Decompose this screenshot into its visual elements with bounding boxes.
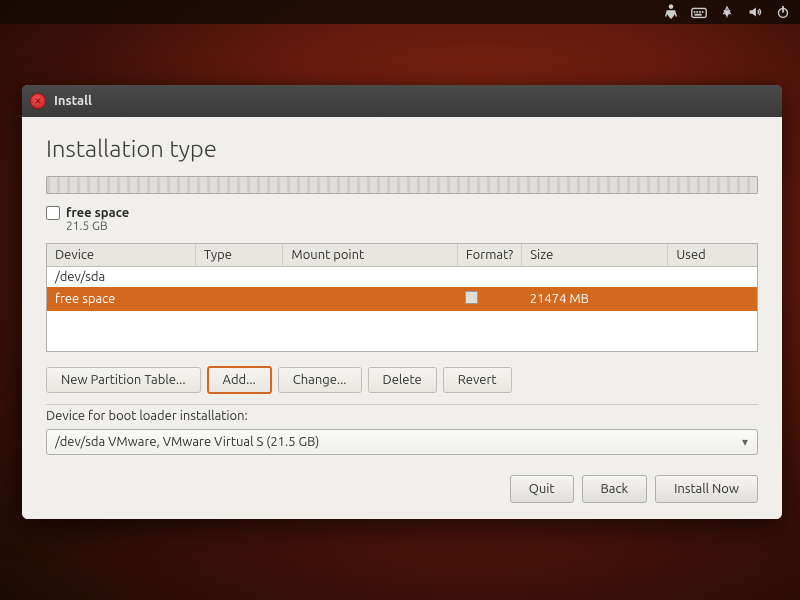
volume-icon[interactable]: [744, 2, 766, 22]
partition-table-wrapper: Device Type Mount point Format? Size Use…: [46, 243, 758, 352]
row-used: [668, 287, 757, 311]
empty-row-1: [47, 311, 757, 331]
partition-bar-area: [22, 176, 782, 202]
bootloader-select[interactable]: /dev/sda VMware, VMware Virtual S (21.5 …: [46, 429, 758, 455]
device-group-label: /dev/sda: [47, 267, 757, 288]
empty-row-2: [47, 331, 757, 351]
change-button[interactable]: Change...: [278, 367, 362, 393]
add-button[interactable]: Add...: [207, 366, 272, 394]
table-row[interactable]: free space 21474 MB: [47, 287, 757, 311]
row-device: free space: [47, 287, 195, 311]
delete-button[interactable]: Delete: [368, 367, 437, 393]
free-space-section: free space 21.5 GB: [22, 202, 782, 239]
bootloader-section: Device for boot loader installation: /de…: [22, 405, 782, 465]
free-space-label[interactable]: free space: [66, 206, 129, 220]
bootloader-select-wrapper: /dev/sda VMware, VMware Virtual S (21.5 …: [46, 429, 758, 455]
accessibility-icon[interactable]: [660, 2, 682, 22]
revert-button[interactable]: Revert: [443, 367, 512, 393]
new-partition-table-button[interactable]: New Partition Table...: [46, 367, 201, 393]
col-size: Size: [522, 244, 668, 267]
col-type: Type: [195, 244, 283, 267]
close-button[interactable]: ✕: [30, 93, 46, 109]
quit-button[interactable]: Quit: [510, 475, 574, 503]
free-space-checkbox[interactable]: [46, 206, 60, 220]
col-mount-point: Mount point: [283, 244, 457, 267]
format-checkbox-indicator: [465, 291, 478, 304]
row-format: [457, 287, 521, 311]
col-format: Format?: [457, 244, 521, 267]
network-icon[interactable]: [716, 2, 738, 22]
back-button[interactable]: Back: [582, 475, 648, 503]
title-bar: ✕ Install: [22, 85, 782, 117]
dialog-title: Install: [54, 94, 92, 108]
bottom-buttons-bar: Quit Back Install Now: [22, 465, 782, 519]
col-used: Used: [668, 244, 757, 267]
col-device: Device: [47, 244, 195, 267]
install-now-button[interactable]: Install Now: [655, 475, 758, 503]
install-dialog: ✕ Install Installation type free space 2…: [22, 85, 782, 519]
power-icon[interactable]: [772, 2, 794, 22]
row-mount-point: [283, 287, 457, 311]
page-title: Installation type: [22, 117, 782, 176]
action-buttons-bar: New Partition Table... Add... Change... …: [22, 360, 782, 404]
free-space-size: 21.5 GB: [66, 220, 758, 233]
row-size: 21474 MB: [522, 287, 668, 311]
table-header-row: Device Type Mount point Format? Size Use…: [47, 244, 757, 267]
partition-table: Device Type Mount point Format? Size Use…: [47, 244, 757, 351]
row-type: [195, 287, 283, 311]
partition-bar: [46, 176, 758, 194]
keyboard-icon[interactable]: [688, 2, 710, 22]
top-panel: [0, 0, 800, 24]
bootloader-label: Device for boot loader installation:: [46, 409, 758, 423]
device-group-row: /dev/sda: [47, 267, 757, 288]
